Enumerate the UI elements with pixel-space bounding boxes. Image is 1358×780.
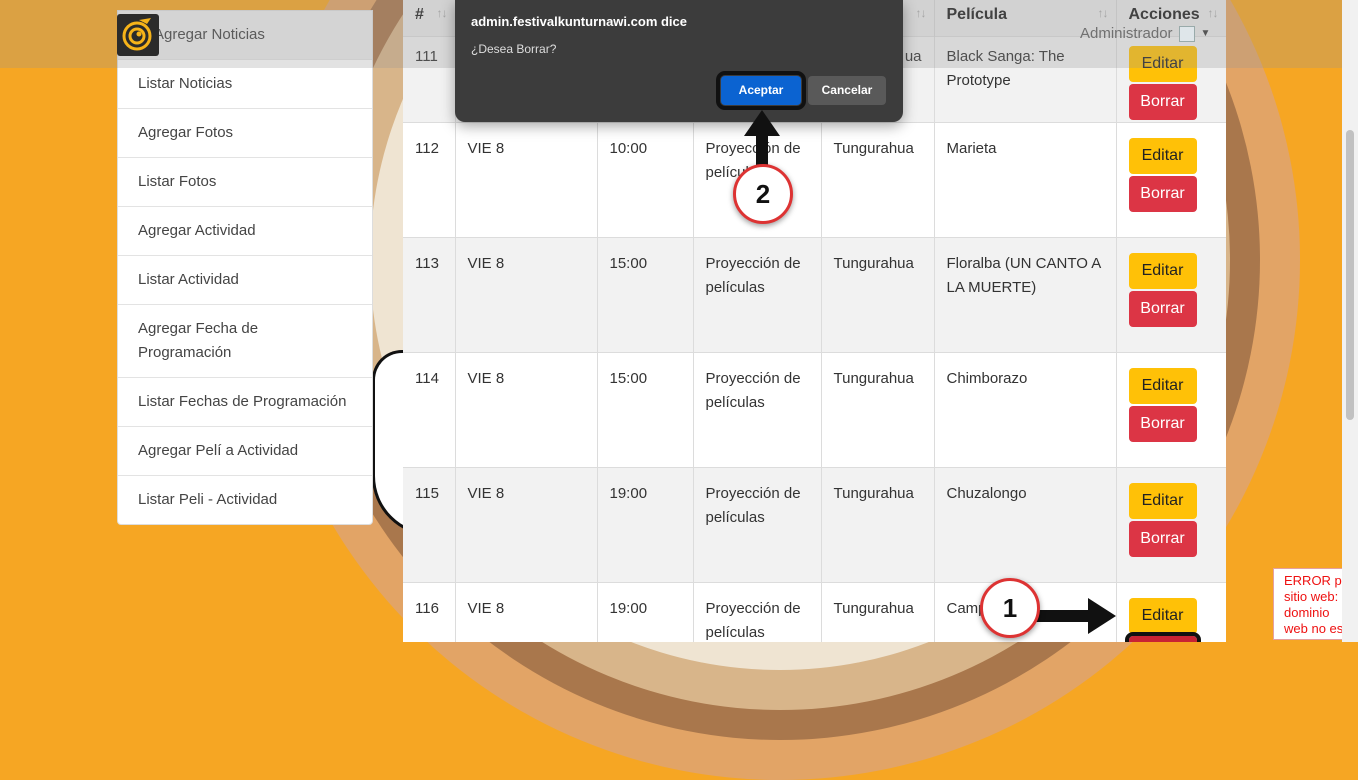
dialog-message: ¿Desea Borrar?: [471, 42, 557, 56]
cell-actions: Editar Borrar: [1116, 582, 1226, 642]
cell-province: Tungurahua: [821, 582, 935, 642]
cell-actions: Editar Borrar: [1116, 352, 1226, 468]
cell-day: VIE 8: [455, 237, 598, 353]
cell-movie: Chuzalongo: [934, 467, 1117, 583]
cell-day: VIE 8: [455, 352, 598, 468]
sidebar-item-agregar-actividad[interactable]: Agregar Actividad: [118, 207, 372, 256]
delete-button[interactable]: Borrar: [1128, 291, 1197, 327]
edit-button[interactable]: Editar: [1128, 253, 1197, 289]
confirm-dialog: admin.festivalkunturnawi.com dice ¿Desea…: [455, 0, 903, 122]
edit-button[interactable]: Editar: [1128, 138, 1197, 174]
cell-id: 116: [403, 582, 456, 642]
cell-movie: Chimborazo: [934, 352, 1117, 468]
page-scrollbar[interactable]: [1342, 0, 1358, 642]
step-2-callout: 2: [733, 164, 793, 224]
cell-id: 114: [403, 352, 456, 468]
cell-id: 113: [403, 237, 456, 353]
accept-button[interactable]: Aceptar: [716, 71, 806, 110]
edit-button[interactable]: Editar: [1128, 598, 1197, 634]
cancel-button[interactable]: Cancelar: [808, 76, 886, 105]
delete-button[interactable]: Borrar: [1128, 176, 1197, 212]
cell-actions: Editar Borrar: [1116, 237, 1226, 353]
delete-button[interactable]: Borrar: [1128, 521, 1197, 557]
cell-time: 10:00: [597, 122, 694, 238]
table-row: 112 VIE 8 10:00 Proyección de películas …: [403, 122, 1226, 238]
step-1-callout: 1: [980, 578, 1040, 638]
cell-activity: Proyección de películas: [693, 467, 822, 583]
cell-activity: Proyección de películas: [693, 352, 822, 468]
cell-province: Tungurahua: [821, 237, 935, 353]
cell-movie: Floralba (UN CANTO A LA MUERTE): [934, 237, 1117, 353]
cell-time: 15:00: [597, 352, 694, 468]
cell-day: VIE 8: [455, 122, 598, 238]
cell-time: 19:00: [597, 467, 694, 583]
cell-day: VIE 8: [455, 467, 598, 583]
sidebar-item-listar-peli[interactable]: Listar Peli - Actividad: [118, 476, 372, 524]
cell-province: Tungurahua: [821, 352, 935, 468]
table-row: 114 VIE 8 15:00 Proyección de películas …: [403, 352, 1226, 468]
sidebar-item-listar-actividad[interactable]: Listar Actividad: [118, 256, 372, 305]
festival-logo-icon[interactable]: [117, 14, 159, 56]
cell-movie: Marieta: [934, 122, 1117, 238]
avatar-icon: [1178, 25, 1195, 42]
cell-province: Tungurahua: [821, 467, 935, 583]
cell-province: Tungurahua: [821, 122, 935, 238]
user-menu[interactable]: Administrador ▼: [1080, 25, 1210, 42]
edit-button[interactable]: Editar: [1128, 483, 1197, 519]
cell-activity: Proyección de películas: [693, 237, 822, 353]
sidebar-item-listar-fotos[interactable]: Listar Fotos: [118, 158, 372, 207]
chevron-down-icon: ▼: [1200, 28, 1211, 39]
sidebar-item-agregar-fotos[interactable]: Agregar Fotos: [118, 109, 372, 158]
annotation-arrow-right: [1036, 598, 1116, 634]
delete-button[interactable]: Borrar: [1128, 84, 1197, 120]
cell-id: 112: [403, 122, 456, 238]
cell-actions: Editar Borrar: [1116, 122, 1226, 238]
cell-day: VIE 8: [455, 582, 598, 642]
cell-id: 115: [403, 467, 456, 583]
delete-button-highlighted[interactable]: Borrar: [1124, 632, 1201, 642]
edit-button[interactable]: Editar: [1128, 368, 1197, 404]
scrollbar-thumb[interactable]: [1346, 130, 1354, 420]
delete-button[interactable]: Borrar: [1128, 406, 1197, 442]
sidebar-item-agregar-peli[interactable]: Agregar Pelí a Actividad: [118, 427, 372, 476]
sidebar-item-agregar-fecha[interactable]: Agregar Fecha de Programación: [118, 305, 372, 378]
cell-activity: Proyección de películas: [693, 582, 822, 642]
table-row: 113 VIE 8 15:00 Proyección de películas …: [403, 237, 1226, 353]
cell-time: 15:00: [597, 237, 694, 353]
sidebar-menu: Agregar Noticias Listar Noticias Agregar…: [117, 10, 373, 525]
dialog-title: admin.festivalkunturnawi.com dice: [471, 14, 687, 29]
cell-time: 19:00: [597, 582, 694, 642]
sidebar-item-listar-fechas[interactable]: Listar Fechas de Programación: [118, 378, 372, 427]
table-row: 115 VIE 8 19:00 Proyección de películas …: [403, 467, 1226, 583]
user-name: Administrador: [1080, 25, 1173, 42]
cell-actions: Editar Borrar: [1116, 467, 1226, 583]
